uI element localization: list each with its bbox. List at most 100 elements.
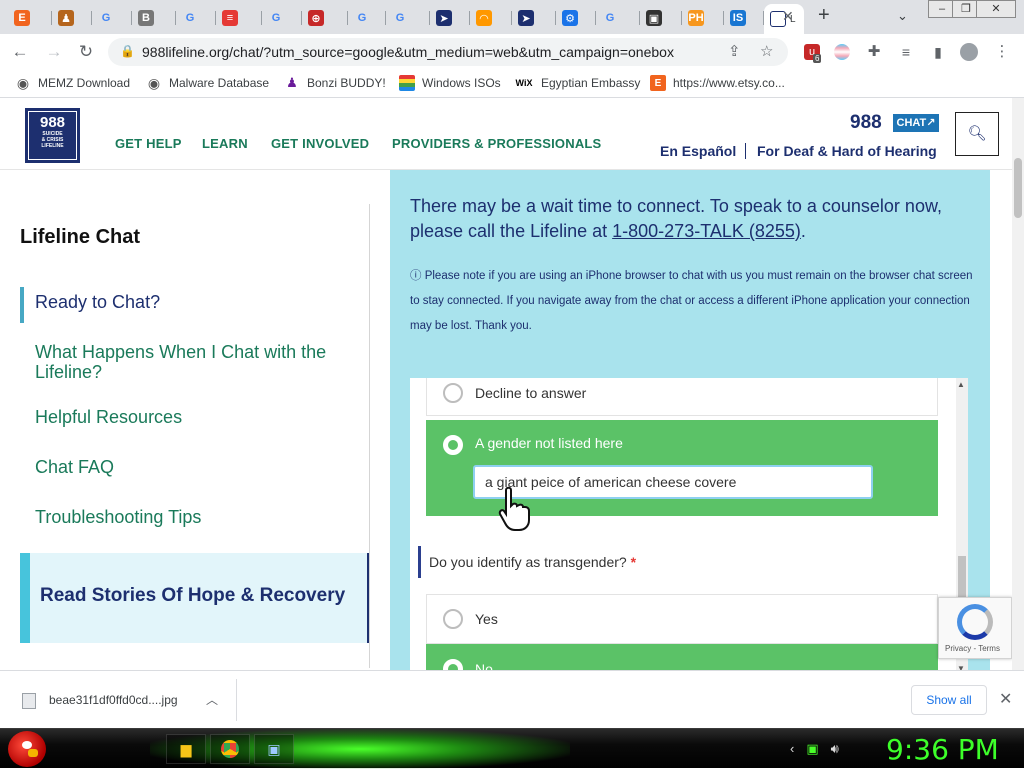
browser-tab[interactable]: ⚙ — [556, 6, 596, 30]
new-tab-button[interactable]: + — [818, 4, 830, 27]
header-divider — [745, 143, 746, 159]
browser-tab[interactable]: ⊕ — [302, 6, 348, 30]
nav-providers-professionals[interactable]: PROVIDERS & PROFESSIONALS — [392, 136, 601, 151]
start-button-angry-bird-icon[interactable] — [8, 731, 46, 767]
taskbar-chrome[interactable] — [210, 734, 250, 764]
header-chat-button[interactable]: CHAT↗ — [893, 114, 939, 132]
radio-button[interactable] — [443, 383, 463, 403]
browser-tab[interactable]: IS — [724, 6, 764, 30]
browser-tab[interactable]: G — [262, 6, 302, 30]
side-panel-icon[interactable]: ▮ — [930, 44, 946, 60]
recaptcha-badge[interactable]: Privacy - Terms — [938, 597, 1012, 659]
page-scroll-thumb[interactable] — [1014, 158, 1022, 218]
browser-tab[interactable]: G — [386, 6, 430, 30]
gender-option-decline[interactable]: Decline to answer — [426, 378, 938, 416]
profile-avatar-icon[interactable] — [960, 43, 978, 61]
site-header: 988 SUICIDE & CRISIS LIFELINE GET HELP L… — [0, 98, 1012, 170]
deaf-hard-of-hearing-link[interactable]: For Deaf & Hard of Hearing — [757, 143, 937, 159]
lock-icon[interactable]: 🔒 — [120, 44, 135, 58]
back-button[interactable]: ← — [8, 40, 32, 64]
iphone-note-text: Please note if you are using an iPhone b… — [410, 270, 973, 332]
site-search-button[interactable]: 🔍︎ — [955, 112, 999, 156]
sidebar-item-troubleshooting[interactable]: Troubleshooting Tips — [35, 507, 355, 527]
espanol-link[interactable]: En Español — [660, 143, 736, 159]
browser-tab[interactable]: ≡ — [216, 6, 262, 30]
sidebar-item-ready-to-chat[interactable]: Ready to Chat? — [35, 292, 355, 312]
page-scrollbar[interactable] — [1012, 98, 1024, 670]
browser-tab[interactable]: ♟ — [52, 6, 92, 30]
radio-button[interactable] — [443, 609, 463, 629]
radio-button-selected[interactable] — [443, 659, 463, 670]
nav-get-help[interactable]: GET HELP — [115, 136, 182, 151]
puzzle-extensions-icon[interactable]: ✚ — [866, 44, 882, 60]
chevron-up-icon[interactable]: ︿ — [206, 691, 218, 708]
bookmark-malware-database[interactable]: ◉ Malware Database — [146, 75, 269, 91]
scroll-up-arrow-icon[interactable]: ▲ — [957, 380, 965, 389]
browser-tab[interactable]: G — [176, 6, 216, 30]
close-icon[interactable]: ✕ — [999, 689, 1012, 709]
google-icon: G — [185, 12, 195, 24]
nav-learn[interactable]: LEARN — [202, 136, 248, 151]
download-file-name[interactable]: beae31f1df0ffd0cd....jpg — [49, 693, 178, 707]
cursor-icon: ➤ — [436, 10, 452, 26]
bookmark-memz[interactable]: ◉ MEMZ Download — [15, 75, 130, 91]
tab-search-chevron-icon[interactable]: ⌄ — [897, 8, 908, 24]
wix-icon: WiX — [515, 78, 533, 88]
nav-get-involved[interactable]: GET INVOLVED — [271, 136, 369, 151]
bookmark-star-icon[interactable]: ☆ — [760, 42, 773, 60]
browser-tab[interactable]: ▣ — [640, 6, 682, 30]
share-icon[interactable]: ⇪ — [728, 42, 741, 60]
taskbar-clock[interactable]: 9:36 PM — [886, 733, 999, 766]
reload-button[interactable]: ↻ — [74, 40, 98, 64]
globe-red-icon: ⊕ — [308, 10, 324, 26]
radio-button-selected[interactable] — [443, 435, 463, 455]
bookmark-egyptian-embassy[interactable]: WiX Egyptian Embassy — [514, 75, 641, 91]
trans-option-yes[interactable]: Yes — [426, 594, 938, 644]
browser-tab[interactable]: ◠ — [470, 6, 512, 30]
sidebar-item-chat-faq[interactable]: Chat FAQ — [35, 457, 355, 477]
recaptcha-privacy-terms[interactable]: Privacy - Terms — [945, 644, 1000, 653]
taskbar-file-explorer[interactable]: ▆ — [166, 734, 206, 764]
browser-tab[interactable]: E — [8, 6, 52, 30]
sidebar-item-helpful-resources[interactable]: Helpful Resources — [35, 407, 355, 427]
show-all-button[interactable]: Show all — [911, 685, 987, 715]
bookmark-etsy[interactable]: E https://www.etsy.co... — [650, 75, 785, 91]
window-close-button[interactable]: ✕ — [976, 0, 1016, 18]
tray-chevron-icon[interactable]: ‹ — [790, 741, 794, 757]
browser-tab[interactable]: PH — [682, 6, 724, 30]
bus-icon: ▣ — [646, 10, 662, 26]
tab-close-icon[interactable]: ✕ — [782, 8, 794, 25]
google-icon: G — [271, 12, 281, 24]
volume-icon[interactable]: 🔊︎ — [831, 741, 839, 757]
info-icon: ⓘ — [410, 270, 425, 282]
988-lifeline-logo[interactable]: 988 SUICIDE & CRISIS LIFELINE — [25, 108, 80, 163]
stories-of-hope-banner[interactable]: Read Stories Of Hope & Recovery — [20, 553, 370, 643]
browser-tab[interactable]: G — [596, 6, 640, 30]
sidebar-item-what-happens[interactable]: What Happens When I Chat with the Lifeli… — [35, 342, 355, 382]
address-bar[interactable]: 🔒 988lifeline.org/chat/?utm_source=googl… — [108, 38, 788, 66]
network-icon[interactable]: ▣ — [806, 741, 818, 757]
stories-label: Read Stories Of Hope & Recovery — [40, 585, 346, 606]
option-label: Decline to answer — [475, 385, 587, 401]
forward-button[interactable]: → — [42, 40, 66, 64]
browser-tab[interactable]: ➤ — [512, 6, 556, 30]
browser-toolbar: ← → ↻ 🔒 988lifeline.org/chat/?utm_source… — [0, 34, 1024, 70]
bookmark-bonzi-buddy[interactable]: ♟ Bonzi BUDDY! — [284, 75, 386, 91]
taskbar: ▆ ▣ ‹ ▣ 🔊︎ 9:36 PM — [0, 728, 1024, 769]
browser-tab[interactable]: ➤ — [430, 6, 470, 30]
bookmark-windows-isos[interactable]: Windows ISOs — [399, 75, 501, 91]
browser-tab[interactable]: G — [92, 6, 132, 30]
header-988-number[interactable]: 988 — [850, 112, 882, 134]
browser-tab[interactable]: B — [132, 6, 176, 30]
lifeline-phone-link[interactable]: 1-800-273-TALK (8255) — [612, 221, 801, 241]
pre-chat-form: Decline to answer A gender not listed he… — [410, 378, 968, 670]
media-control-icon[interactable]: ≡ — [898, 44, 914, 60]
menu-kebab-icon[interactable]: ⋮ — [994, 44, 1010, 60]
browser-tab[interactable]: G — [348, 6, 386, 30]
required-asterisk: * — [630, 554, 637, 570]
sidebar-title: Lifeline Chat — [20, 226, 141, 248]
logo-number: 988 — [39, 114, 66, 131]
trans-option-no[interactable]: No — [426, 644, 938, 670]
taskbar-app[interactable]: ▣ — [254, 734, 294, 764]
trans-flag-extension-icon[interactable] — [834, 44, 850, 60]
